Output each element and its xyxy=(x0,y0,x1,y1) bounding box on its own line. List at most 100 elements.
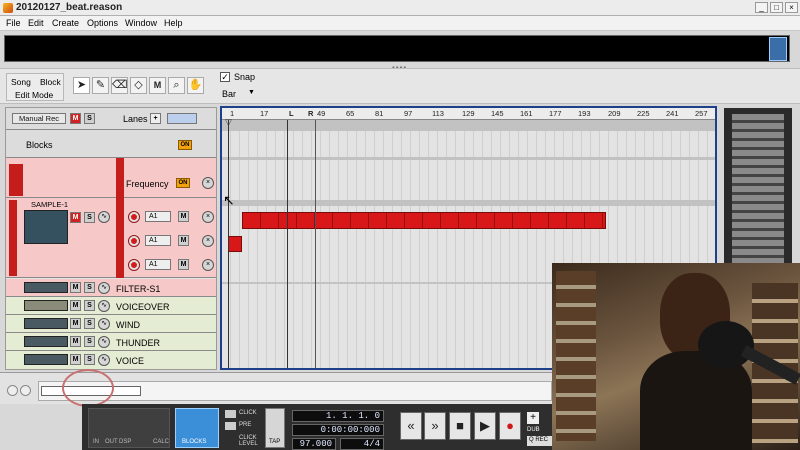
loop-right-line[interactable] xyxy=(315,120,316,368)
ruler-label: 225 xyxy=(637,109,650,118)
delete-lane-icon[interactable]: × xyxy=(202,177,214,189)
track-monitor-icon[interactable]: ∿ xyxy=(98,282,110,294)
track-monitor-icon[interactable]: ∿ xyxy=(98,211,110,223)
automation-lane-frequency[interactable]: Frequency ON × xyxy=(6,158,216,198)
snap-value-select[interactable]: Bar xyxy=(222,89,236,99)
lane-record-button[interactable] xyxy=(128,211,140,223)
tap-tempo-button[interactable]: TAP xyxy=(265,408,285,448)
sequencer-toolbar: Song Block Edit Mode ➤ ✎ ⌫ ◇ M ⌕ ✋ xyxy=(0,68,800,104)
song-position-marker-icon[interactable]: ▽ xyxy=(225,117,232,128)
track-row[interactable]: M S ∿ VOICE xyxy=(6,351,216,369)
track-monitor-icon[interactable]: ∿ xyxy=(98,354,110,366)
razor-icon[interactable]: ◇ xyxy=(130,77,147,94)
blocks-lane-grid[interactable] xyxy=(222,131,715,157)
q-rec-button[interactable]: Q REC xyxy=(527,436,552,446)
track-mute-button[interactable]: M xyxy=(70,212,81,223)
play-button[interactable]: ▶ xyxy=(474,412,496,440)
track-row[interactable]: M S ∿ FILTER-S1 xyxy=(6,279,216,297)
frequency-on-button[interactable]: ON xyxy=(176,178,190,188)
record-s-button[interactable]: S xyxy=(84,113,95,124)
maximize-button[interactable]: □ xyxy=(770,2,783,13)
manual-rec-button[interactable]: Manual Rec xyxy=(12,113,66,124)
song-mode-button[interactable]: Song xyxy=(11,77,31,87)
track-monitor-icon[interactable]: ∿ xyxy=(98,318,110,330)
pencil-icon[interactable]: ✎ xyxy=(92,77,109,94)
blocks-toggle-button[interactable]: BLOCKS xyxy=(175,408,219,448)
close-button[interactable]: × xyxy=(785,2,798,13)
lanes-options-button[interactable] xyxy=(167,113,197,124)
lane-select[interactable]: A1 xyxy=(145,211,171,222)
track-monitor-icon[interactable]: ∿ xyxy=(98,300,110,312)
stop-button[interactable]: ■ xyxy=(449,412,471,440)
lane-select[interactable]: A1 xyxy=(145,259,171,270)
tempo-display[interactable]: 97.000 xyxy=(292,438,336,450)
zoom-out-icon[interactable] xyxy=(7,385,18,396)
rack-overview[interactable] xyxy=(724,108,792,268)
track-mute-button[interactable]: M xyxy=(70,354,81,365)
menu-file[interactable]: File xyxy=(6,18,21,28)
loop-left-line[interactable] xyxy=(287,120,288,368)
track-mute-button[interactable]: M xyxy=(70,282,81,293)
delete-lane-icon[interactable]: × xyxy=(202,259,214,271)
plus-button[interactable]: + xyxy=(527,412,539,424)
delete-lane-icon[interactable]: × xyxy=(202,211,214,223)
sample-1-track[interactable]: SAMPLE-1 M S ∿ A1 M × A1 M × A1 M × xyxy=(6,198,216,278)
note-clip[interactable] xyxy=(228,236,242,252)
track-mute-button[interactable]: M xyxy=(70,300,81,311)
signature-display[interactable]: 4/4 xyxy=(340,438,384,450)
blocks-track[interactable]: Blocks ON xyxy=(6,130,216,158)
lane-record-button[interactable] xyxy=(128,259,140,271)
hand-icon[interactable]: ✋ xyxy=(187,77,204,94)
track-solo-button[interactable]: S xyxy=(84,354,95,365)
track-row[interactable]: M S ∿ VOICEOVER xyxy=(6,297,216,315)
pre-toggle[interactable] xyxy=(225,422,236,430)
arrow-icon[interactable]: ➤ xyxy=(73,77,90,94)
loop-right-marker[interactable]: R xyxy=(308,109,313,118)
lane-mute-button[interactable]: M xyxy=(178,259,189,270)
timeline-ruler[interactable]: 1 17 L R 49 65 81 97 113 129 145 161 177… xyxy=(222,108,715,120)
minimize-button[interactable]: _ xyxy=(755,2,768,13)
track-row[interactable]: M S ∿ THUNDER xyxy=(6,333,216,351)
eraser-icon[interactable]: ⌫ xyxy=(111,77,128,94)
fast-forward-button[interactable]: » xyxy=(424,412,446,440)
block-mode-button[interactable]: Block xyxy=(40,77,61,87)
delete-lane-icon[interactable]: × xyxy=(202,235,214,247)
menu-create[interactable]: Create xyxy=(52,18,79,28)
song-position-line[interactable] xyxy=(228,120,229,368)
menu-help[interactable]: Help xyxy=(164,18,183,28)
click-toggle[interactable] xyxy=(225,410,236,418)
edit-mode-button[interactable]: Edit Mode xyxy=(15,90,53,100)
lane-mute-button[interactable]: M xyxy=(178,235,189,246)
mute-icon[interactable]: M xyxy=(149,77,166,94)
track-mute-button[interactable]: M xyxy=(70,336,81,347)
track-solo-button[interactable]: S xyxy=(84,300,95,311)
time-display[interactable]: 0:00:00:000 xyxy=(292,424,384,436)
menu-window[interactable]: Window xyxy=(125,18,157,28)
lane-mute-button[interactable]: M xyxy=(178,211,189,222)
chevron-down-icon[interactable]: ▼ xyxy=(248,89,255,96)
record-button[interactable]: ● xyxy=(499,412,521,440)
track-row[interactable]: M S ∿ WIND xyxy=(6,315,216,333)
frequency-lane-grid[interactable] xyxy=(222,160,715,200)
loop-left-marker[interactable]: L xyxy=(289,109,294,118)
position-display[interactable]: 1. 1. 1. 0 xyxy=(292,410,384,422)
track-solo-button[interactable]: S xyxy=(84,336,95,347)
magnifier-icon[interactable]: ⌕ xyxy=(168,77,185,94)
record-m-button[interactable]: M xyxy=(70,113,81,124)
track-solo-button[interactable]: S xyxy=(84,282,95,293)
lane-record-button[interactable] xyxy=(128,235,140,247)
track-mute-button[interactable]: M xyxy=(70,318,81,329)
menu-edit[interactable]: Edit xyxy=(28,18,44,28)
lanes-add-button[interactable]: + xyxy=(150,113,161,124)
blocks-on-button[interactable]: ON xyxy=(178,140,192,150)
lane-select[interactable]: A1 xyxy=(145,235,171,246)
note-clip[interactable] xyxy=(242,212,606,229)
track-solo-button[interactable]: S xyxy=(84,212,95,223)
track-monitor-icon[interactable]: ∿ xyxy=(98,336,110,348)
menu-options[interactable]: Options xyxy=(87,18,118,28)
zoom-in-icon[interactable] xyxy=(20,385,31,396)
snap-checkbox[interactable]: ✓ xyxy=(220,72,230,82)
overview-toggle-button[interactable] xyxy=(769,37,787,61)
rewind-button[interactable]: « xyxy=(400,412,422,440)
track-solo-button[interactable]: S xyxy=(84,318,95,329)
